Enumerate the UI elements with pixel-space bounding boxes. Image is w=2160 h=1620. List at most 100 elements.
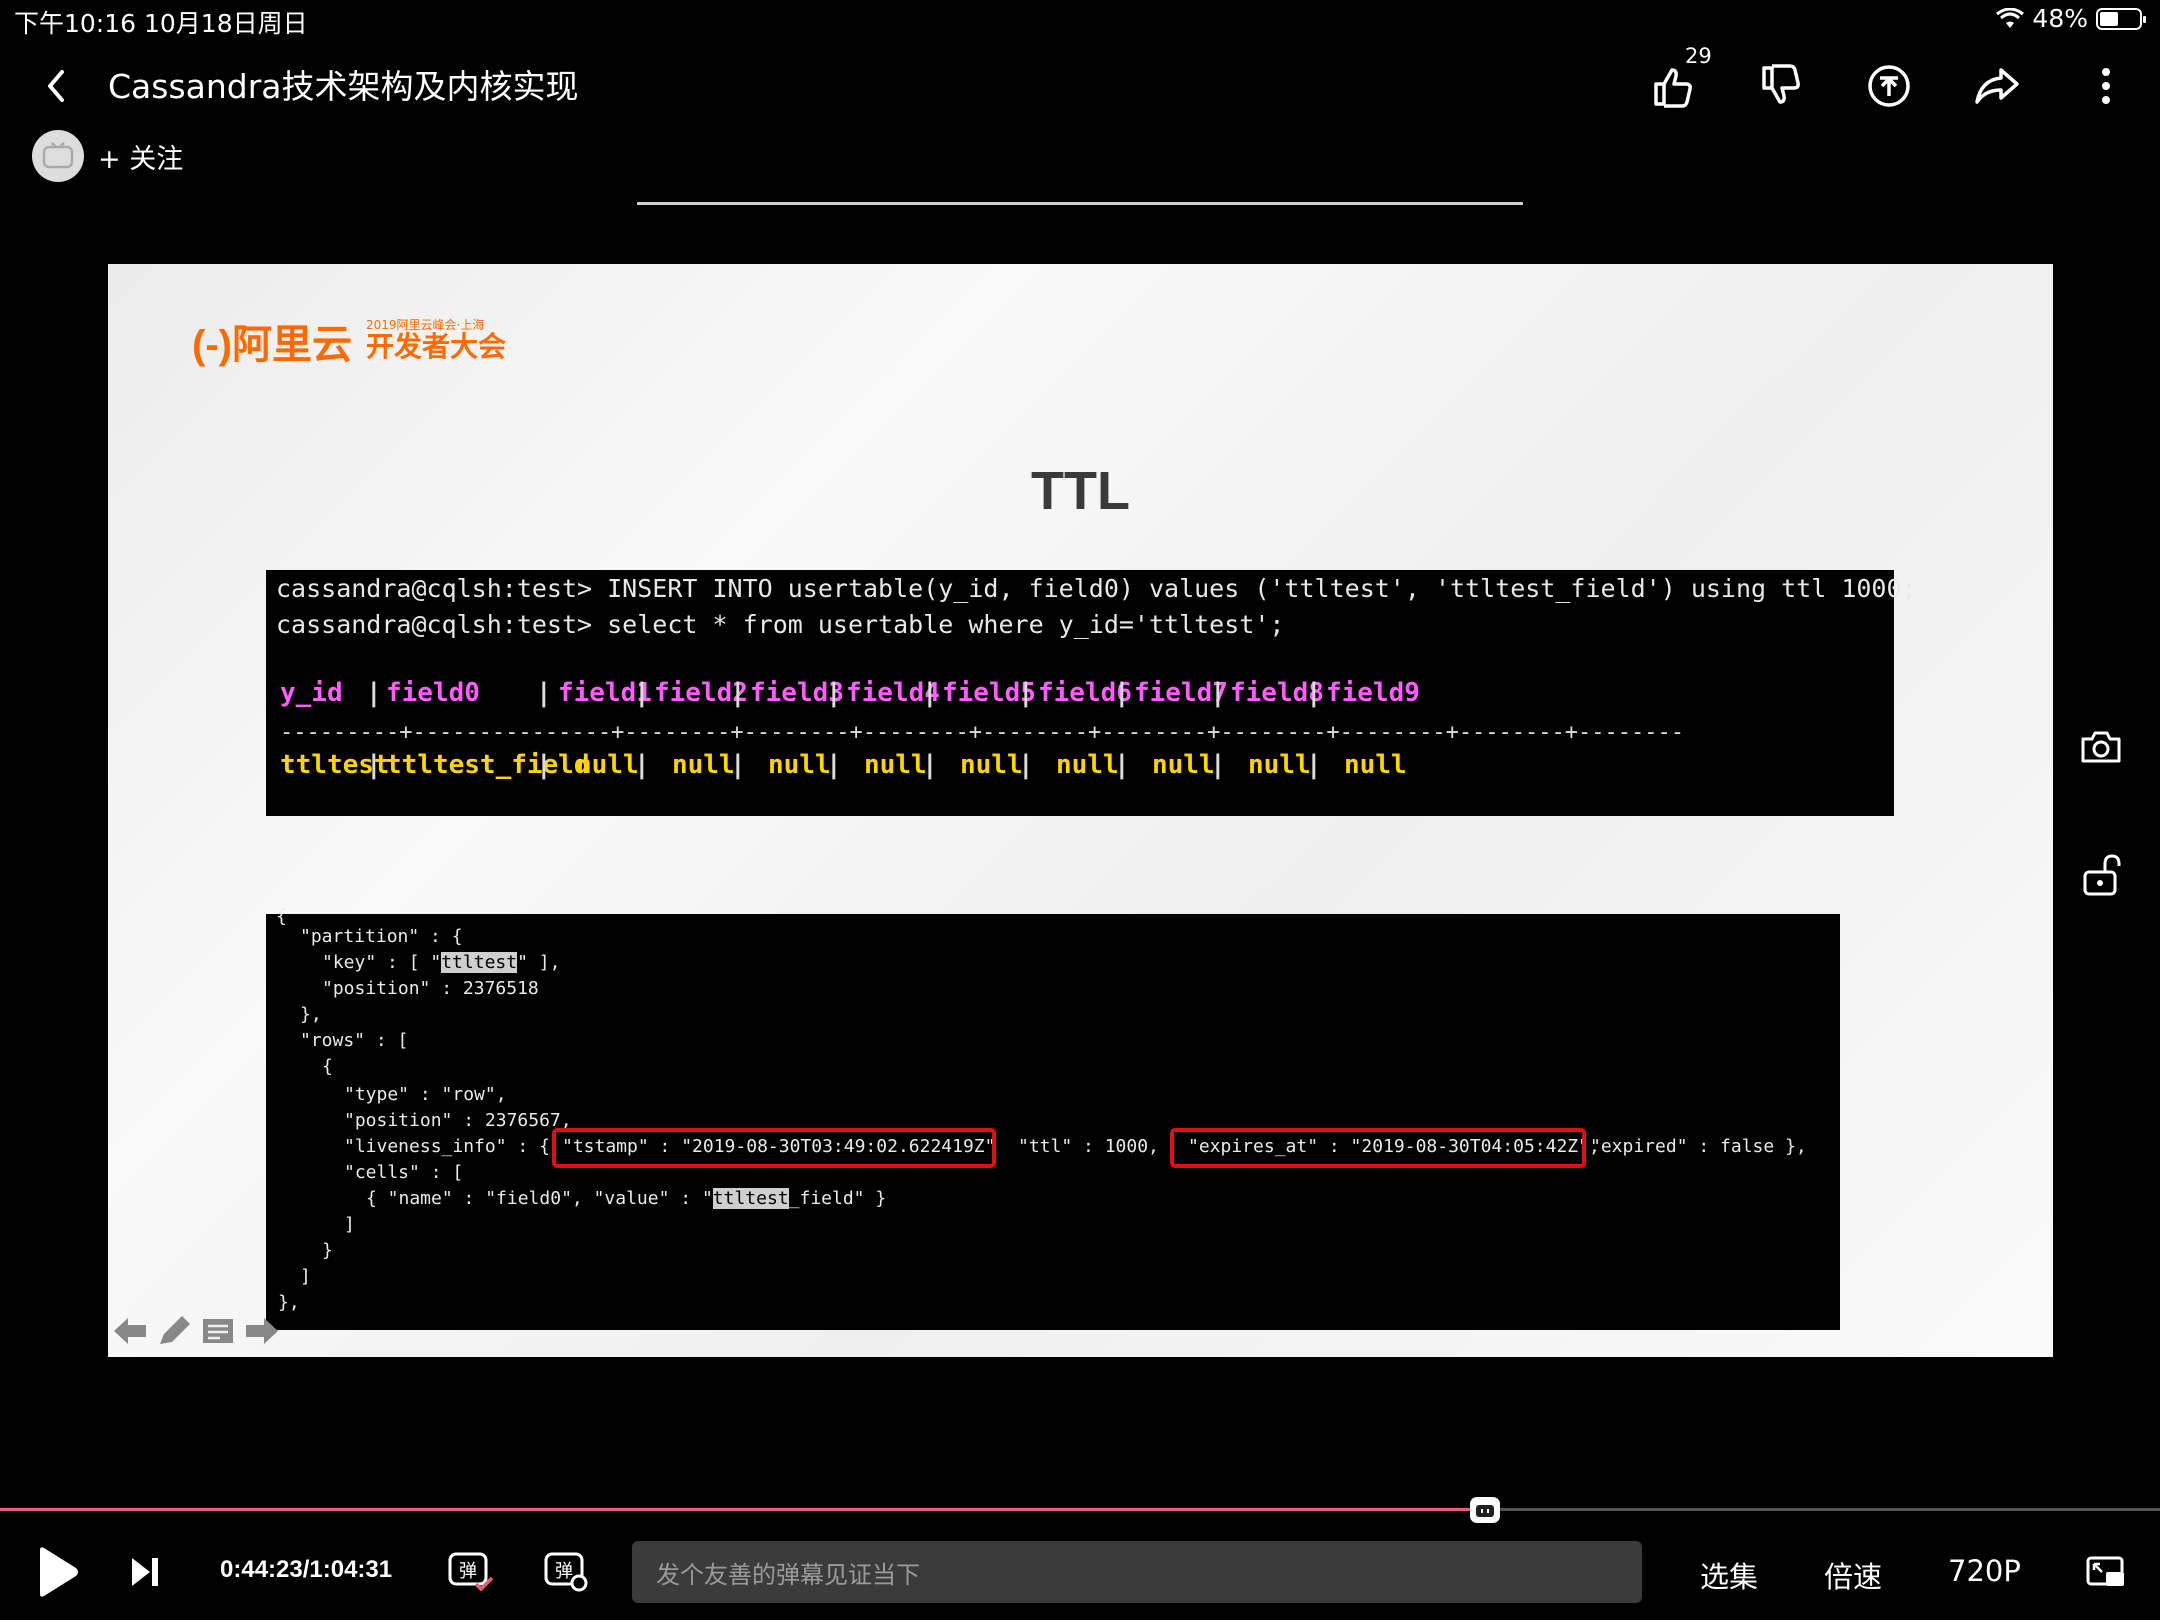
slide-top-divider xyxy=(637,202,1523,205)
json-text: _field" } xyxy=(788,1188,887,1209)
tv-avatar-icon xyxy=(42,142,74,169)
arrow-left-icon[interactable] xyxy=(112,1314,148,1348)
json-line: ] xyxy=(300,1266,311,1287)
slide-toolbar xyxy=(112,1314,280,1348)
column-divider: | xyxy=(1018,750,1034,780)
next-button[interactable] xyxy=(130,1556,160,1588)
play-button[interactable] xyxy=(36,1546,80,1598)
header-cell: field9 xyxy=(1326,678,1420,708)
column-divider: | xyxy=(366,750,382,780)
danmaku-input[interactable]: 发个友善的弹幕见证当下 xyxy=(632,1541,1642,1603)
value-cell: null xyxy=(864,750,927,780)
column-divider: | xyxy=(826,750,842,780)
share-button[interactable] xyxy=(1965,54,2029,118)
json-line: "position" : 2376518 xyxy=(322,978,539,999)
json-line: { xyxy=(276,906,287,927)
json-line: ] xyxy=(344,1214,355,1235)
notes-icon[interactable] xyxy=(200,1314,236,1348)
value-cell: null xyxy=(1056,750,1119,780)
screenshot-button[interactable] xyxy=(2070,716,2132,778)
coin-icon xyxy=(1868,65,1910,107)
aliyun-logo: (-)阿里云 2019阿里云峰会·上海 开发者大会 xyxy=(192,312,506,370)
follow-button[interactable]: + 关注 xyxy=(98,137,183,176)
like-count: 29 xyxy=(1685,44,1712,68)
column-divider: | xyxy=(1114,678,1130,708)
value-cell: null xyxy=(1152,750,1215,780)
column-divider: | xyxy=(366,678,382,708)
unlock-icon xyxy=(2083,854,2121,896)
thumbs-down-icon xyxy=(1762,64,1800,104)
danmaku-on-icon: 弹 xyxy=(448,1552,494,1592)
json-dump-terminal: { "partition" : { "key" : [ "ttltest" ],… xyxy=(266,906,1840,1330)
video-title: Cassandra技术架构及内核实现 xyxy=(108,67,579,106)
pencil-icon[interactable] xyxy=(156,1314,192,1348)
json-text-ttl: "ttl" : 1000, xyxy=(1018,1136,1170,1157)
back-button[interactable] xyxy=(38,64,74,108)
value-cell: ttltest_field xyxy=(386,750,590,780)
json-line: }, xyxy=(300,1004,322,1025)
battery-percent: 48% xyxy=(2032,4,2088,33)
column-divider: | xyxy=(1018,678,1034,708)
value-cell: null xyxy=(768,750,831,780)
column-divider: | xyxy=(1306,678,1322,708)
column-divider: | xyxy=(730,750,746,780)
value-cell: null xyxy=(672,750,735,780)
svg-text:弹: 弹 xyxy=(459,1561,477,1582)
danmaku-settings-button[interactable]: 弹 xyxy=(542,1546,590,1594)
value-cell: null xyxy=(1248,750,1311,780)
header-cell: y_id xyxy=(280,678,343,708)
uploader-row: + 关注 xyxy=(32,130,183,182)
column-divider: | xyxy=(634,678,650,708)
highlighted-text: ttltest xyxy=(441,952,518,973)
cqlsh-terminal: cassandra@cqlsh:test> INSERT INTO userta… xyxy=(266,570,1917,816)
header-cell: field0 xyxy=(386,678,480,708)
column-divider: | xyxy=(1210,750,1226,780)
playback-speed-button[interactable]: 倍速 xyxy=(1824,1554,1882,1596)
danmaku-toggle-button[interactable]: 弹 xyxy=(446,1546,494,1594)
result-separator: ---------+---------------+--------+-----… xyxy=(280,720,1684,745)
json-line: { "name" : "field0", "value" : "ttltest_… xyxy=(366,1188,886,1209)
column-divider: | xyxy=(922,678,938,708)
playback-time: 0:44:23/1:04:31 xyxy=(220,1556,393,1583)
arrow-right-icon[interactable] xyxy=(244,1314,280,1348)
json-line: "type" : "row", xyxy=(344,1084,507,1105)
terminal-line: cassandra@cqlsh:test> select * from user… xyxy=(276,610,1285,639)
wifi-icon xyxy=(1996,7,2025,28)
lock-screen-button[interactable] xyxy=(2070,844,2132,906)
status-indicators: 48% xyxy=(1996,4,2146,33)
select-episode-button[interactable]: 选集 xyxy=(1700,1554,1758,1596)
quality-button[interactable]: 720P xyxy=(1948,1554,2021,1588)
logo-sub-text: 2019阿里云峰会·上海 开发者大会 xyxy=(366,318,506,363)
chevron-left-icon xyxy=(48,70,64,102)
column-divider: | xyxy=(536,678,552,708)
video-frame-slide[interactable]: (-)阿里云 2019阿里云峰会·上海 开发者大会 TTL cassandra@… xyxy=(108,264,2053,1357)
dislike-button[interactable] xyxy=(1750,54,1814,118)
seek-thumb[interactable] xyxy=(1469,1497,1500,1523)
avatar[interactable] xyxy=(32,130,84,182)
highlighted-text: ttltest xyxy=(712,1188,789,1209)
svg-text:弹: 弹 xyxy=(555,1561,573,1582)
seek-progress xyxy=(0,1508,1485,1511)
json-line: "position" : 2376567, xyxy=(344,1110,572,1131)
thumbs-up-icon xyxy=(1654,68,1692,108)
pip-button[interactable] xyxy=(2086,1554,2126,1590)
battery-icon xyxy=(2096,7,2146,30)
column-divider: | xyxy=(730,678,746,708)
json-text: "key" : [ " xyxy=(322,952,442,973)
share-icon xyxy=(1975,68,2019,104)
camera-icon xyxy=(2081,731,2121,763)
json-line: "partition" : { xyxy=(300,926,463,947)
more-vertical-icon xyxy=(2102,68,2110,104)
tv-thumb-icon xyxy=(1475,1505,1494,1517)
column-divider: | xyxy=(1210,678,1226,708)
coin-button[interactable] xyxy=(1857,54,1921,118)
json-line: } xyxy=(322,1240,333,1261)
slide-title: TTL xyxy=(1031,461,1130,521)
more-button[interactable] xyxy=(2074,54,2138,118)
json-text: " ], xyxy=(517,952,561,973)
play-icon xyxy=(40,1547,78,1597)
status-time: 下午10:16 10月18日周日 xyxy=(14,9,308,38)
json-text: { "name" : "field0", "value" : " xyxy=(366,1188,713,1209)
danmaku-settings-icon: 弹 xyxy=(544,1552,588,1592)
terminal-line: cassandra@cqlsh:test> INSERT INTO userta… xyxy=(276,574,1917,603)
